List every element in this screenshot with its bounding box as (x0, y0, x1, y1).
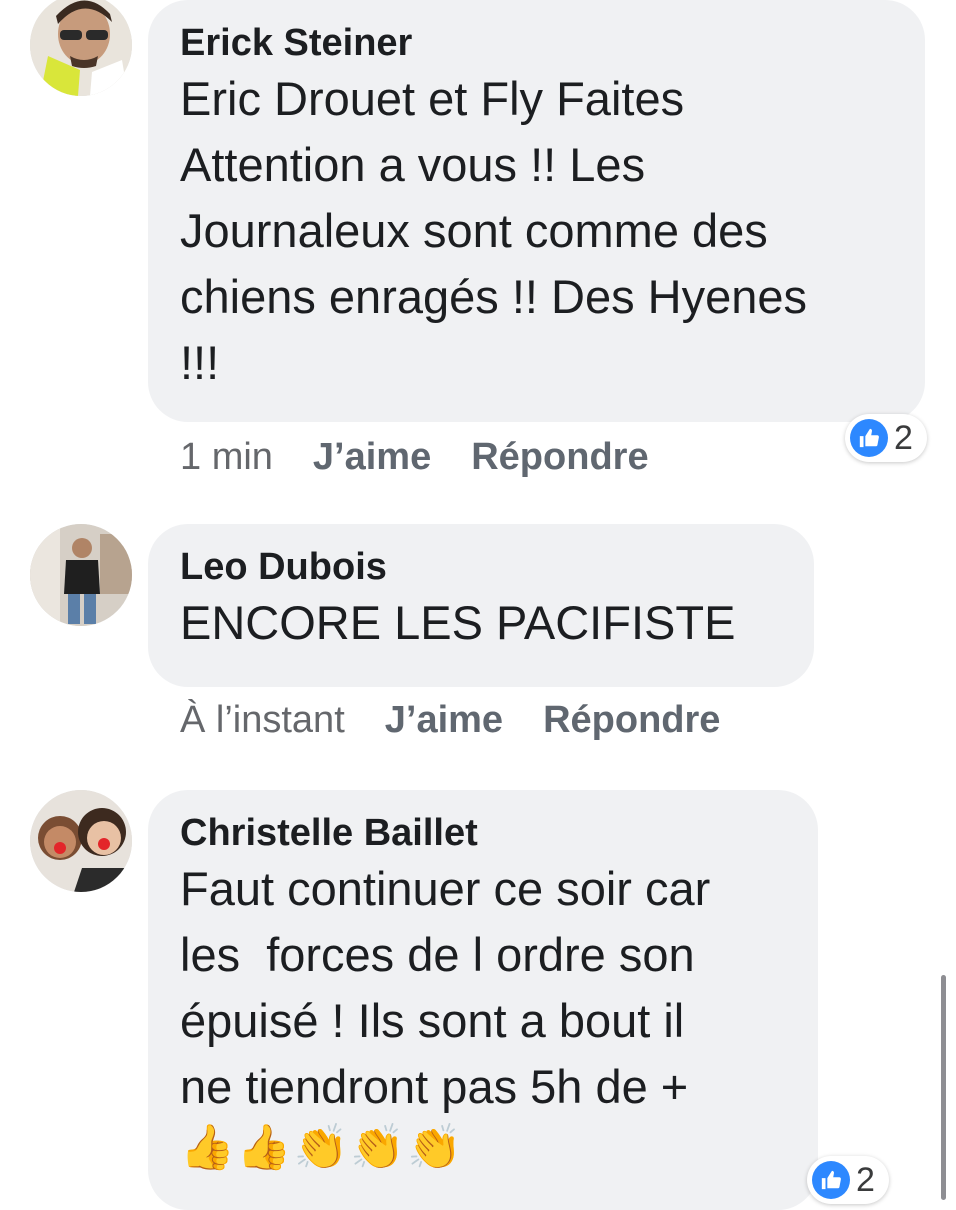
comment-text: Faut continuer ce soir car les forces de… (180, 862, 711, 1113)
comment-bubble[interactable]: Leo Dubois ENCORE LES PACIFISTE (148, 524, 814, 687)
avatar-photo (30, 0, 132, 96)
like-icon (850, 419, 888, 457)
reply-button[interactable]: Répondre (471, 434, 648, 480)
avatar-photo (30, 790, 132, 892)
avatar[interactable] (30, 790, 132, 892)
comment-time[interactable]: 1 min (180, 434, 273, 480)
comment-author[interactable]: Leo Dubois (180, 544, 782, 590)
comment-actions: À l’instant J’aime Répondre (180, 697, 760, 743)
reaction-count: 2 (856, 1161, 875, 1199)
reaction-count: 2 (894, 419, 913, 457)
reply-button[interactable]: Répondre (543, 697, 720, 743)
reaction-badge[interactable]: 2 (845, 414, 927, 462)
comment-time[interactable]: À l’instant (180, 697, 345, 743)
comment-author[interactable]: Christelle Baillet (180, 810, 786, 856)
avatar-photo (30, 524, 132, 626)
comment-bubble[interactable]: Christelle Baillet Faut continuer ce soi… (148, 790, 818, 1210)
like-button[interactable]: J’aime (313, 434, 431, 480)
comment-author[interactable]: Erick Steiner (180, 20, 893, 66)
like-icon (812, 1161, 850, 1199)
scrollbar[interactable] (941, 975, 946, 1200)
comment-emojis: 👍👍👏👏👏 (180, 1123, 464, 1172)
reaction-badge[interactable]: 2 (807, 1156, 889, 1204)
comment-actions: 1 min J’aime Répondre (180, 434, 689, 480)
comment-text: Eric Drouet et Fly Faites Attention a vo… (180, 72, 807, 389)
like-button[interactable]: J’aime (385, 697, 503, 743)
avatar[interactable] (30, 0, 132, 96)
avatar[interactable] (30, 524, 132, 626)
comment-text: ENCORE LES PACIFISTE (180, 596, 736, 649)
comment-bubble[interactable]: Erick Steiner Eric Drouet et Fly Faites … (148, 0, 925, 422)
